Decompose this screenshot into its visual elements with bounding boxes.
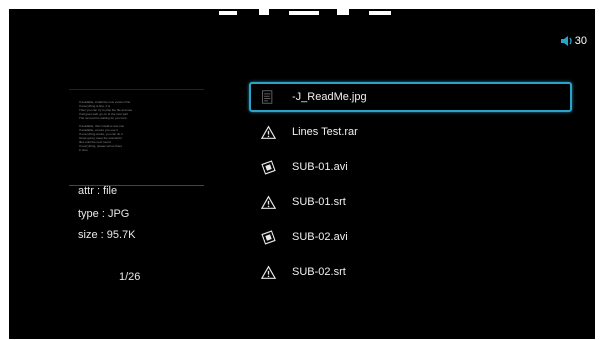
file-list-item[interactable]: SUB-02.srt [249,257,572,287]
attr-label: attr : file [78,185,118,197]
file-list-item[interactable]: SUB-01.srt [249,187,572,217]
speaker-icon [560,36,572,46]
media-browser-screen: 30 If available, install the new version… [9,9,595,339]
file-name: SUB-01.avi [292,161,348,173]
warning-icon [259,263,277,281]
file-name: -J_ReadMe.jpg [292,91,367,103]
title-peek [219,9,419,15]
file-name: SUB-01.srt [292,196,346,208]
file-name: Lines Test.rar [292,126,358,138]
file-list: -J_ReadMe.jpg Lines Test.rar SUB-01.avi SUB… [249,82,572,292]
file-list-item[interactable]: -J_ReadMe.jpg [249,82,572,112]
file-list-item[interactable]: SUB-02.avi [249,222,572,252]
image-file-icon [259,88,277,106]
preview-text: If available, install the new version fi… [79,100,133,152]
volume-indicator: 30 [560,35,587,47]
volume-level: 30 [574,35,587,47]
file-name: SUB-02.avi [292,231,348,243]
warning-icon [259,123,277,141]
film-icon [259,158,277,176]
file-list-item[interactable]: Lines Test.rar [249,117,572,147]
file-preview-thumbnail: If available, install the new version fi… [69,89,204,186]
film-icon [259,228,277,246]
file-name: SUB-02.srt [292,266,346,278]
size-label: size : 95.7K [78,229,136,241]
page-counter: 1/26 [119,271,141,283]
file-list-item[interactable]: SUB-01.avi [249,152,572,182]
type-label: type : JPG [78,208,130,220]
warning-icon [259,193,277,211]
